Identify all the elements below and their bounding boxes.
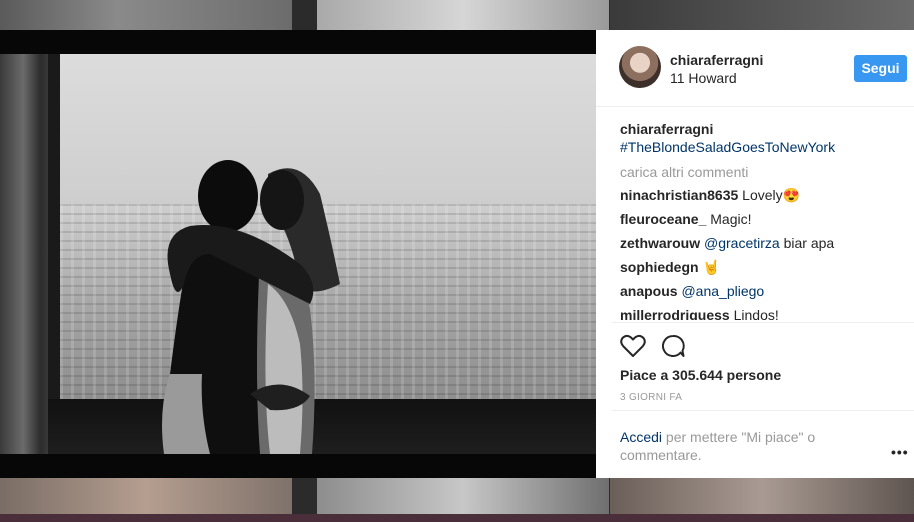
comment-text: 🤘 bbox=[702, 259, 720, 275]
feed-thumbnail[interactable] bbox=[0, 478, 292, 514]
feed-thumbnail[interactable] bbox=[317, 0, 609, 30]
comment-text: Lindos! bbox=[733, 307, 779, 320]
feed-thumbnail[interactable] bbox=[610, 0, 914, 30]
background-feed-bottom bbox=[0, 478, 914, 514]
more-options-icon[interactable]: ••• bbox=[891, 444, 909, 460]
caption-hashtag[interactable]: #TheBlondeSaladGoesToNewYork bbox=[620, 139, 835, 155]
comment-bubble-icon[interactable] bbox=[660, 334, 686, 358]
feed-thumbnail[interactable] bbox=[0, 0, 292, 30]
comment-mention[interactable]: @ana_pliego bbox=[681, 283, 764, 299]
comment-username[interactable]: sophiedegn bbox=[620, 259, 699, 275]
post-image-frame bbox=[0, 30, 596, 478]
comment: fleuroceane_ Magic! bbox=[620, 210, 910, 228]
feed-thumbnail[interactable] bbox=[317, 478, 609, 514]
likes-count[interactable]: Piace a 305.644 persone bbox=[620, 367, 781, 383]
login-link[interactable]: Accedi bbox=[620, 429, 662, 445]
comment: zethwarouw @gracetirza biar apa bbox=[620, 234, 910, 252]
post-location[interactable]: 11 Howard bbox=[670, 70, 737, 86]
comment-username[interactable]: anapous bbox=[620, 283, 678, 299]
post-photo[interactable] bbox=[0, 54, 596, 454]
author-username[interactable]: chiaraferragni bbox=[670, 52, 763, 68]
comment: anapous @ana_pliego bbox=[620, 282, 910, 300]
post-details-panel: chiaraferragni 11 Howard Segui chiarafer… bbox=[596, 30, 914, 478]
comment-username[interactable]: fleuroceane_ bbox=[620, 211, 706, 227]
post-timestamp[interactable]: 3 GIORNI FA bbox=[620, 392, 682, 403]
comment: ninachristian8635 Lovely😍 bbox=[620, 186, 910, 204]
divider bbox=[612, 410, 914, 411]
comment-text: Magic! bbox=[710, 211, 752, 227]
comment: sophiedegn 🤘 bbox=[620, 258, 910, 276]
avatar[interactable] bbox=[619, 46, 661, 88]
comment-text: Lovely😍 bbox=[742, 187, 801, 203]
caption-username[interactable]: chiaraferragni bbox=[620, 121, 713, 137]
comment-username[interactable]: zethwarouw bbox=[620, 235, 700, 251]
comment: millerrodriguess Lindos! bbox=[620, 306, 910, 320]
bottom-bar bbox=[0, 514, 914, 522]
comment-text: biar apa bbox=[783, 235, 835, 251]
heart-icon[interactable] bbox=[620, 334, 646, 358]
comment-username[interactable]: ninachristian8635 bbox=[620, 187, 738, 203]
post-header: chiaraferragni 11 Howard Segui bbox=[596, 30, 914, 107]
divider bbox=[612, 322, 914, 323]
load-more-comments[interactable]: carica altri commenti bbox=[620, 164, 910, 180]
comment-mention[interactable]: @gracetirza bbox=[704, 235, 780, 251]
comment-username[interactable]: millerrodriguess bbox=[620, 307, 730, 320]
feed-thumbnail[interactable] bbox=[610, 478, 914, 514]
background-feed-top bbox=[0, 0, 914, 30]
window-frame bbox=[48, 54, 60, 454]
follow-button[interactable]: Segui bbox=[854, 55, 907, 82]
login-prompt: Accedi per mettere "Mi piace" o commenta… bbox=[620, 428, 840, 464]
couple-silhouette bbox=[162, 160, 340, 454]
post-caption: chiaraferragni #TheBlondeSaladGoesToNewY… bbox=[620, 120, 910, 156]
comments-list[interactable]: chiaraferragni #TheBlondeSaladGoesToNewY… bbox=[620, 120, 910, 320]
